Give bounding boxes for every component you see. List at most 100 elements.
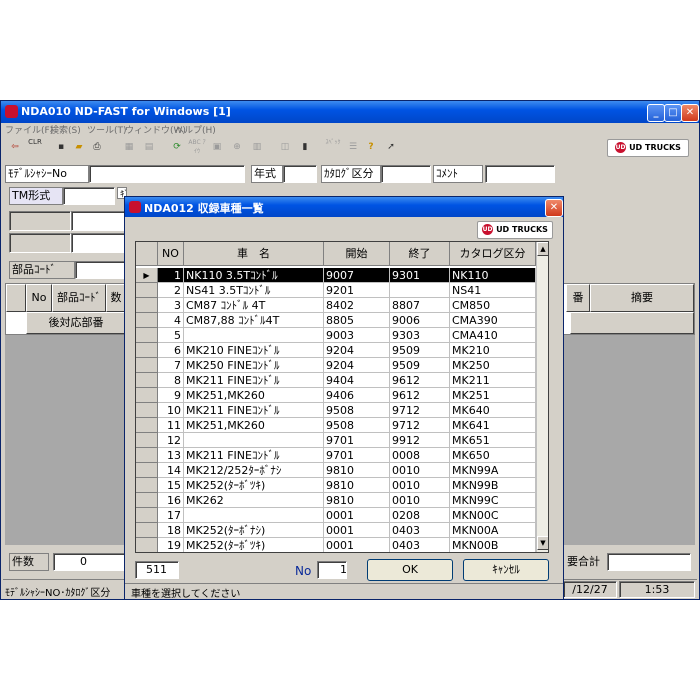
- ok-button[interactable]: OK: [367, 559, 453, 581]
- open-folder-icon[interactable]: ▰: [69, 137, 89, 157]
- no-input[interactable]: 1: [317, 561, 347, 579]
- refresh-icon[interactable]: ⟳: [167, 137, 187, 157]
- vehicle-row[interactable]: 19 MK252(ﾀｰﾎﾞﾂｷ) 0001 0403 MKN00B: [136, 538, 536, 552]
- col-qty-header[interactable]: 数量: [106, 284, 126, 312]
- menu-tools[interactable]: ツール(T): [87, 123, 127, 136]
- row-header[interactable]: [136, 373, 158, 388]
- image-icon[interactable]: ▣: [207, 137, 227, 157]
- scroll-up-icon[interactable]: ▲: [537, 242, 548, 256]
- row-header[interactable]: [136, 508, 158, 523]
- vehicle-row[interactable]: 8 MK211 FINEｺﾝﾄﾞﾙ 9404 9612 MK211: [136, 373, 536, 388]
- cell-end: 0010: [390, 463, 450, 478]
- document-icon[interactable]: ▮: [295, 137, 315, 157]
- vehicle-row[interactable]: 11 MK251,MK260 9508 9712 MK641: [136, 418, 536, 433]
- col-end[interactable]: 終了: [390, 242, 450, 266]
- catalog-category-input[interactable]: [381, 165, 431, 183]
- vehicle-row[interactable]: ▶ 1 NK110 3.5Tｺﾝﾄﾞﾙ 9007 9301 NK110: [136, 268, 536, 283]
- scroll-down-icon[interactable]: ▼: [537, 536, 548, 550]
- table-icon[interactable]: ▤: [139, 137, 159, 157]
- spec-button[interactable]: ｽﾍﾟｯｸ: [323, 137, 343, 157]
- vehicle-row[interactable]: 5 9003 9303 CMA410: [136, 328, 536, 343]
- vehicle-row[interactable]: 9 MK251,MK260 9406 9612 MK251: [136, 388, 536, 403]
- print-icon[interactable]: ⎙: [87, 137, 107, 157]
- row-header[interactable]: [136, 343, 158, 358]
- close-icon[interactable]: ✕: [681, 104, 699, 122]
- vehicle-row[interactable]: 16 MK262 9810 0010 MKN99C: [136, 493, 536, 508]
- col-ban-header[interactable]: 番: [566, 284, 590, 312]
- side-field-3[interactable]: [9, 233, 71, 253]
- menu-help[interactable]: ヘルプ(H): [175, 123, 216, 136]
- maximize-icon[interactable]: □: [664, 104, 682, 122]
- dialog-close-icon[interactable]: ✕: [545, 199, 563, 217]
- minimize-icon[interactable]: _: [647, 104, 665, 122]
- vehicle-row[interactable]: 12 9701 9912 MK651: [136, 433, 536, 448]
- no-label: No: [295, 564, 312, 578]
- row-header[interactable]: [136, 493, 158, 508]
- subrow-dept-header[interactable]: 後対応部番: [26, 312, 126, 334]
- vehicle-row[interactable]: 2 NS41 3.5Tｺﾝﾄﾞﾙ 9201 NS41: [136, 283, 536, 298]
- row-header[interactable]: [136, 388, 158, 403]
- col-catalog-category[interactable]: カタログ区分: [450, 242, 536, 266]
- dialog-ud-logo-icon: UD: [482, 224, 494, 235]
- row-header[interactable]: [136, 283, 158, 298]
- exit-icon[interactable]: ⇦: [5, 137, 25, 157]
- vehicle-row[interactable]: 3 CM87 ｺﾝﾄﾞﾙ 4T 8402 8807 CM850: [136, 298, 536, 313]
- row-header[interactable]: [136, 328, 158, 343]
- year-input[interactable]: [283, 165, 317, 183]
- vehicle-row[interactable]: 18 MK252(ﾀｰﾎﾞﾅｼ) 0001 0403 MKN00A: [136, 523, 536, 538]
- row-header[interactable]: [136, 403, 158, 418]
- side-field-4[interactable]: [71, 233, 125, 253]
- col-code-header[interactable]: 部品ｺｰﾄﾞ: [52, 284, 106, 312]
- parts-code-input[interactable]: [75, 261, 125, 279]
- help-icon[interactable]: ?: [361, 137, 381, 157]
- view-icon[interactable]: ◫: [275, 137, 295, 157]
- side-field-2[interactable]: [71, 211, 125, 231]
- row-header[interactable]: [136, 523, 158, 538]
- vehicle-row[interactable]: 7 MK250 FINEｺﾝﾄﾞﾙ 9204 9509 MK250: [136, 358, 536, 373]
- pointer-icon[interactable]: ➚: [381, 137, 401, 157]
- model-chassis-input[interactable]: [89, 165, 245, 183]
- clr-button[interactable]: CLR: [25, 137, 45, 157]
- save-icon[interactable]: ▪: [51, 137, 71, 157]
- row-header[interactable]: [136, 298, 158, 313]
- cell-vehicle-name: NK110 3.5Tｺﾝﾄﾞﾙ: [184, 268, 324, 283]
- menu-file[interactable]: ファイル(F): [5, 123, 53, 136]
- row-header[interactable]: [136, 358, 158, 373]
- vehicle-row[interactable]: 4 CM87,88 ｺﾝﾄﾞﾙ4T 8805 9006 CMA390: [136, 313, 536, 328]
- vehicle-row[interactable]: 6 MK210 FINEｺﾝﾄﾞﾙ 9204 9509 MK210: [136, 343, 536, 358]
- vehicle-grid-rows[interactable]: ▶ 1 NK110 3.5Tｺﾝﾄﾞﾙ 9007 9301 NK110 2 NS41 3.5T…: [136, 268, 536, 552]
- row-header[interactable]: [136, 313, 158, 328]
- vehicle-row[interactable]: 14 MK212/252ﾀｰﾎﾞﾅｼ 9810 0010 MKN99A: [136, 463, 536, 478]
- row-header[interactable]: [136, 478, 158, 493]
- col-no[interactable]: NO: [158, 242, 184, 266]
- list-icon[interactable]: ☰: [343, 137, 363, 157]
- row-header[interactable]: [136, 538, 158, 552]
- row-header[interactable]: [136, 448, 158, 463]
- cancel-button[interactable]: ｷｬﾝｾﾙ: [463, 559, 549, 581]
- col-no-header[interactable]: No: [26, 284, 52, 312]
- stack-icon[interactable]: ▥: [247, 137, 267, 157]
- row-header[interactable]: [136, 463, 158, 478]
- tm-type-input[interactable]: [63, 187, 115, 205]
- row-header[interactable]: [136, 418, 158, 433]
- col-vehicle-name[interactable]: 車 名: [184, 242, 324, 266]
- vehicle-grid[interactable]: NO 車 名 開始 終了 カタログ区分 ▶ 1 NK110 3.5Tｺﾝﾄﾞﾙ 900…: [135, 241, 549, 553]
- side-field-1[interactable]: [9, 211, 71, 231]
- comment-input[interactable]: [485, 165, 555, 183]
- total-input[interactable]: [607, 553, 691, 571]
- abc-button[interactable]: ABC ｱｲｳ: [187, 137, 207, 157]
- vehicle-row[interactable]: 10 MK211 FINEｺﾝﾄﾞﾙ 9508 9712 MK640: [136, 403, 536, 418]
- grid-scrollbar[interactable]: ▲ ▼: [536, 242, 548, 552]
- col-start[interactable]: 開始: [324, 242, 390, 266]
- grid-icon[interactable]: ▦: [119, 137, 139, 157]
- plus-icon[interactable]: ⊕: [227, 137, 247, 157]
- dialog-title-bar[interactable]: NDA012 収録車種一覧 ✕: [125, 197, 563, 217]
- menu-search[interactable]: 検索(S): [50, 123, 81, 136]
- main-title-bar[interactable]: NDA010 ND-FAST for Windows [1] _ □ ✕: [1, 101, 699, 123]
- col-summary-header[interactable]: 摘要: [590, 284, 694, 312]
- row-header[interactable]: [136, 433, 158, 448]
- vehicle-row[interactable]: 13 MK211 FINEｺﾝﾄﾞﾙ 9701 0008 MK650: [136, 448, 536, 463]
- vehicle-row[interactable]: 17 0001 0208 MKN00C: [136, 508, 536, 523]
- vehicle-row[interactable]: 15 MK252(ﾀｰﾎﾞﾂｷ) 9810 0010 MKN99B: [136, 478, 536, 493]
- row-pointer-icon[interactable]: ▶: [136, 268, 158, 283]
